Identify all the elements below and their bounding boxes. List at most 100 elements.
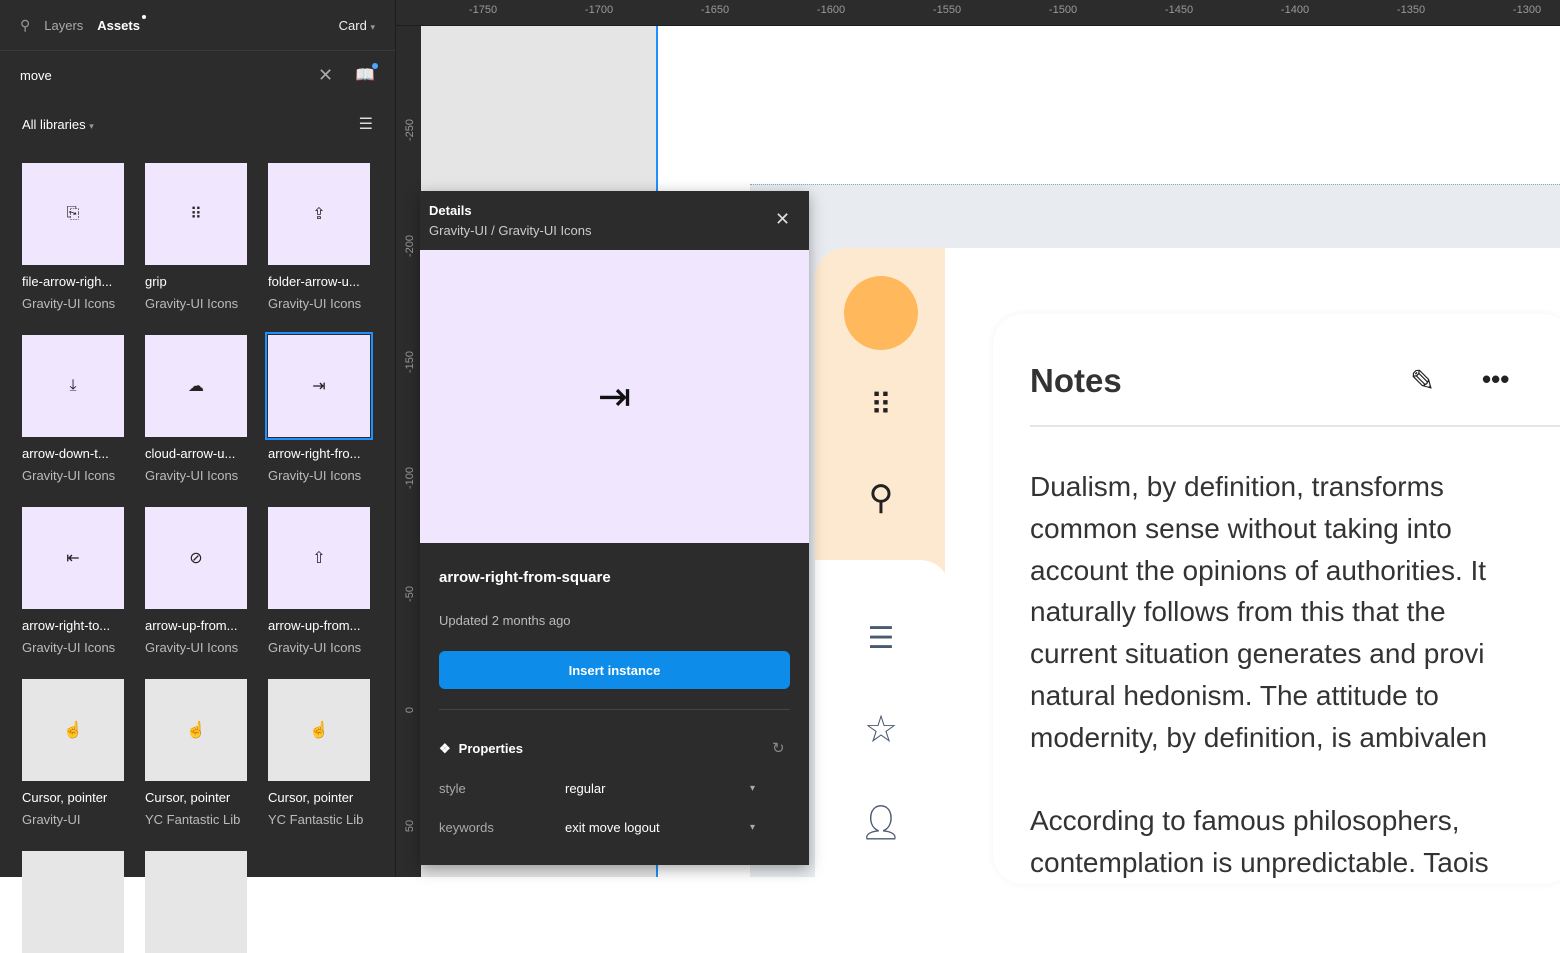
asset-thumbnail[interactable]: ☝ <box>22 679 124 781</box>
ruler-tick: -1650 <box>700 4 730 16</box>
asset-name: Cursor, pointer <box>145 790 231 805</box>
asset-library: Gravity-UI Icons <box>145 468 239 483</box>
ruler-tick: -1700 <box>584 4 614 16</box>
asset-thumbnail[interactable]: ☁ <box>145 335 247 437</box>
asset-item[interactable]: ⇪ folder-arrow-u... Gravity-UI Icons <box>268 163 370 311</box>
asset-library: Gravity-UI Icons <box>22 640 116 655</box>
ruler-tick: -150 <box>404 350 416 374</box>
text-line: common sense without taking into <box>1030 512 1452 544</box>
more-options-icon[interactable]: ••• <box>1482 364 1509 395</box>
ruler-tick: -1600 <box>816 4 846 16</box>
asset-library: Gravity-UI Icons <box>145 640 239 655</box>
property-keywords-select[interactable]: exit move logout <box>565 820 660 835</box>
library-filter[interactable]: All libraries ▾ <box>22 117 94 132</box>
ruler-tick: -200 <box>404 234 416 258</box>
ruler-tick: -1300 <box>1512 4 1542 16</box>
ruler-tick: 0 <box>404 706 416 714</box>
cursor-pointer-icon: ☝ <box>309 722 329 739</box>
arrow-down-to-square-icon: ⤓ <box>69 377 77 394</box>
asset-library: Gravity-UI Icons <box>268 468 362 483</box>
asset-item[interactable]: ⊘ arrow-up-from... Gravity-UI Icons <box>145 507 247 655</box>
component-properties-icon: ❖ <box>439 741 451 756</box>
arrow-up-from-square-icon: ⇧ <box>312 550 326 567</box>
asset-name: arrow-up-from... <box>268 618 361 633</box>
ruler-tick: -100 <box>404 466 416 490</box>
asset-item[interactable]: ⇤ arrow-right-to... Gravity-UI Icons <box>22 507 124 655</box>
insert-instance-button[interactable]: Insert instance <box>439 651 790 689</box>
asset-name: folder-arrow-u... <box>268 274 360 289</box>
asset-thumbnail[interactable]: ⤓ <box>22 335 124 437</box>
details-title: Details <box>429 203 472 218</box>
properties-label: Properties <box>458 741 523 756</box>
asset-item[interactable] <box>22 851 124 953</box>
divider <box>1030 425 1560 427</box>
asset-item[interactable] <box>145 851 247 953</box>
text-line: current situation generates and provi <box>1030 638 1485 670</box>
asset-thumbnail[interactable]: ⇥ <box>265 332 373 440</box>
library-book-icon[interactable]: 📖 <box>355 63 378 85</box>
asset-item[interactable]: ⇥ arrow-right-fro... Gravity-UI Icons <box>265 332 373 483</box>
asset-thumbnail[interactable]: ⇧ <box>268 507 370 609</box>
divider <box>439 709 790 710</box>
asset-library: Gravity-UI <box>22 812 81 827</box>
reset-icon[interactable]: ↻ <box>772 739 785 757</box>
notes-paragraph: According to famous philosophers, contemp… <box>1030 800 1489 884</box>
cloud-arrow-up-icon: ☁ <box>188 378 204 395</box>
asset-thumbnail[interactable]: ⎘ <box>22 163 124 265</box>
asset-library: Gravity-UI Icons <box>22 468 116 483</box>
asset-item[interactable]: ⎘ file-arrow-righ... Gravity-UI Icons <box>22 163 124 311</box>
text-line: contemplation is unpredictable. Taois <box>1030 846 1489 878</box>
chevron-down-icon[interactable]: ▾ <box>750 822 755 833</box>
text-line: Dualism, by definition, transforms <box>1030 471 1444 502</box>
asset-thumbnail[interactable]: ⊘ <box>145 507 247 609</box>
arrow-right-to-square-icon: ⇤ <box>66 550 80 567</box>
search-input[interactable]: move <box>20 68 52 83</box>
asset-thumbnail[interactable]: ⇤ <box>22 507 124 609</box>
asset-library: Gravity-UI Icons <box>22 296 116 311</box>
file-arrow-right-icon: ⎘ <box>66 205 80 222</box>
details-path: Gravity-UI / Gravity-UI Icons <box>429 223 592 238</box>
checklist-icon[interactable]: ☰ <box>858 615 904 661</box>
property-style-select[interactable]: regular <box>565 781 605 796</box>
notes-paragraph: Dualism, by definition, transforms common… <box>1030 466 1487 759</box>
asset-thumbnail[interactable]: ⇪ <box>268 163 370 265</box>
page-selector[interactable]: Card ▾ <box>339 18 375 33</box>
list-view-icon[interactable]: ☰ <box>359 114 373 134</box>
tab-assets[interactable]: Assets <box>97 14 146 33</box>
component-name: arrow-right-from-square <box>439 569 611 586</box>
asset-item[interactable]: ☝ Cursor, pointer YC Fantastic Lib <box>268 679 370 827</box>
grip-icon: ⠿ <box>190 206 202 223</box>
edit-pencil-icon[interactable]: ✎ <box>1410 364 1435 399</box>
grid-icon[interactable]: ⠿ <box>858 382 904 428</box>
star-icon[interactable]: ☆ <box>858 706 904 752</box>
asset-thumbnail[interactable]: ☝ <box>145 679 247 781</box>
user-icon[interactable]: 👤︎ <box>858 800 904 846</box>
asset-name: arrow-up-from... <box>145 618 238 633</box>
search-icon[interactable]: ⚲ <box>20 17 30 34</box>
asset-name: grip <box>145 274 167 289</box>
close-icon[interactable]: ✕ <box>775 209 790 230</box>
asset-thumbnail[interactable]: ☝ <box>268 679 370 781</box>
asset-item[interactable]: ☁ cloud-arrow-u... Gravity-UI Icons <box>145 335 247 483</box>
asset-name: cloud-arrow-u... <box>145 446 236 461</box>
search-icon[interactable]: ⚲ <box>858 475 904 521</box>
asset-item[interactable]: ☝ Cursor, pointer YC Fantastic Lib <box>145 679 247 827</box>
assets-panel: ⚲ Layers Assets Card ▾ move ✕ 📖 All libr… <box>0 0 396 953</box>
details-popover: Details Gravity-UI / Gravity-UI Icons ✕ … <box>420 191 809 865</box>
asset-thumbnail[interactable] <box>22 851 124 953</box>
chevron-down-icon[interactable]: ▾ <box>750 783 755 794</box>
asset-name: arrow-down-t... <box>22 446 109 461</box>
asset-item[interactable]: ⤓ arrow-down-t... Gravity-UI Icons <box>22 335 124 483</box>
ruler-tick: -1350 <box>1396 4 1426 16</box>
asset-item[interactable]: ☝ Cursor, pointer Gravity-UI <box>22 679 124 827</box>
avatar[interactable] <box>844 276 918 350</box>
asset-item[interactable]: ⠿ grip Gravity-UI Icons <box>145 163 247 311</box>
asset-item[interactable]: ⇧ arrow-up-from... Gravity-UI Icons <box>268 507 370 655</box>
asset-thumbnail[interactable]: ⠿ <box>145 163 247 265</box>
clear-search-icon[interactable]: ✕ <box>318 65 333 86</box>
asset-thumbnail[interactable] <box>145 851 247 953</box>
tab-layers[interactable]: Layers <box>44 18 83 33</box>
asset-library: Gravity-UI Icons <box>268 640 362 655</box>
text-line: account the opinions of authorities. It <box>1030 554 1487 586</box>
text-line: According to famous philosophers, <box>1030 805 1460 836</box>
